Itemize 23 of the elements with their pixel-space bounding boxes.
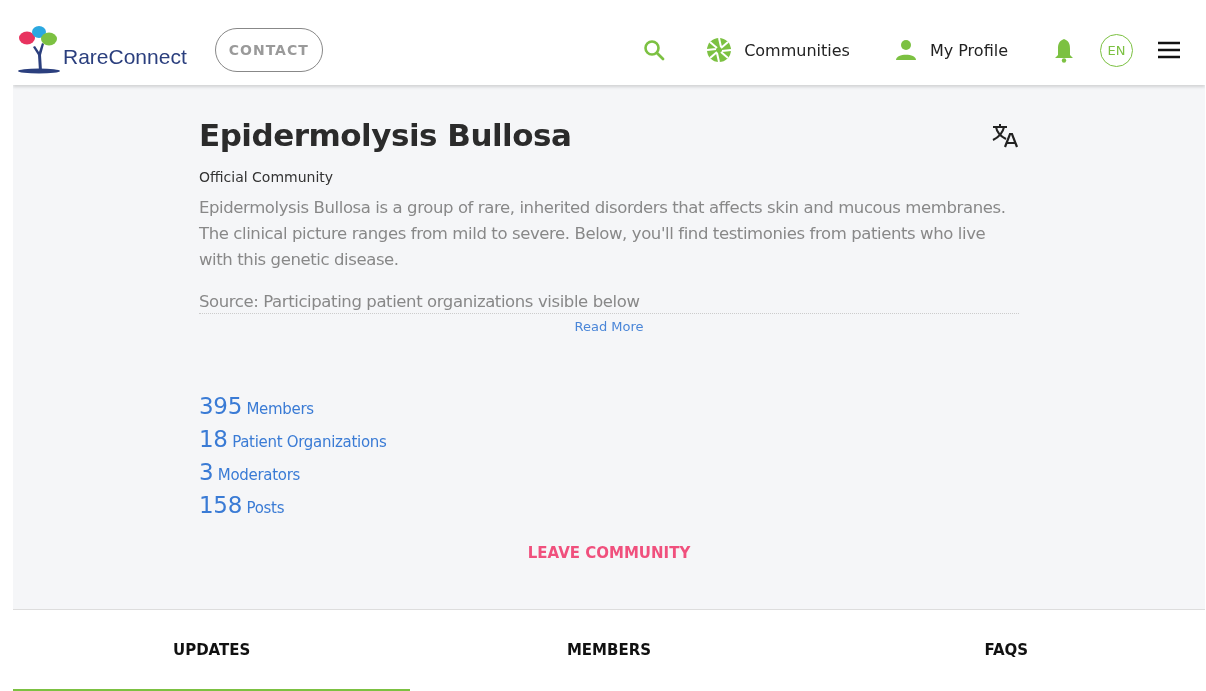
communities-link[interactable]: Communities — [706, 37, 850, 63]
stat-link[interactable]: 158 Posts — [199, 490, 285, 523]
source-text: Source: Participating patient organizations visible below — [199, 291, 1019, 314]
leave-community-button[interactable]: LEAVE COMMUNITY — [521, 543, 697, 563]
logo-text[interactable]: RareConnect — [63, 45, 187, 69]
tree-logo-icon — [17, 25, 61, 75]
menu-icon[interactable] — [1157, 41, 1181, 59]
stat-link[interactable]: 3 Moderators — [199, 457, 301, 490]
contact-button[interactable]: CONTACT — [214, 28, 323, 72]
read-more-link[interactable]: Read More — [574, 319, 644, 334]
language-button[interactable]: EN — [1100, 33, 1133, 67]
aperture-icon — [706, 37, 733, 63]
tab[interactable]: FAQS — [807, 610, 1205, 691]
community-description: Epidermolysis Bullosa is a group of rare, inherited disorders that affects skin and mucous membranes. The clinical picture ranges from mild to severe. Below, you'll find testimonies from patients who live with this genetic disease. — [199, 197, 1007, 271]
stat-link[interactable]: 18 Patient Organizations — [199, 424, 387, 457]
community-title: Epidermolysis Bullosa — [199, 117, 572, 153]
translate-icon[interactable] — [991, 122, 1019, 148]
tab[interactable]: MEMBERS — [410, 610, 808, 691]
stat-link[interactable]: 395 Members — [199, 391, 314, 424]
official-label: Official Community — [199, 169, 335, 185]
person-icon — [893, 38, 918, 62]
tab[interactable]: UPDATES — [13, 610, 411, 691]
profile-link[interactable]: My Profile — [893, 38, 1008, 62]
